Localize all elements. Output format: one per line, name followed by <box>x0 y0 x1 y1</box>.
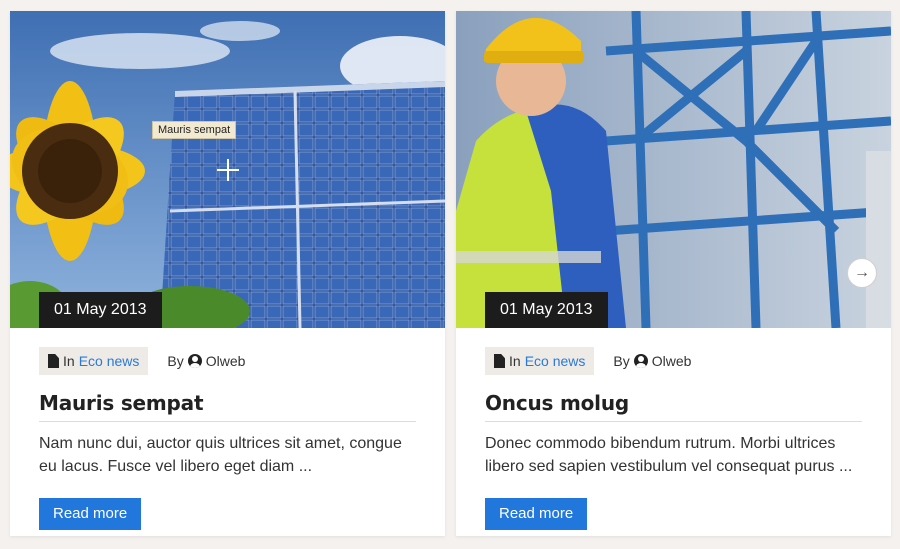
category-prefix: In <box>509 353 521 369</box>
author-name[interactable]: Olweb <box>652 353 692 369</box>
post-card: → 01 May 2013 In Eco news By Olweb Oncus… <box>456 11 891 536</box>
category-prefix: In <box>63 353 75 369</box>
post-excerpt: Donec commodo bibendum rutrum. Morbi ult… <box>485 435 853 475</box>
author-prefix: By <box>167 353 184 369</box>
author-info: By Olweb <box>167 353 245 369</box>
post-excerpt: Nam nunc dui, auctor quis ultrices sit a… <box>39 435 402 475</box>
zoom-plus-icon[interactable] <box>217 159 239 181</box>
post-image-solar-sunflower[interactable]: Mauris sempat 01 May 2013 <box>10 11 445 328</box>
date-badge: 01 May 2013 <box>485 292 608 328</box>
author-prefix: By <box>613 353 630 369</box>
author-info: By Olweb <box>613 353 691 369</box>
date-badge: 01 May 2013 <box>39 292 162 328</box>
post-title[interactable]: Oncus molug <box>485 388 862 418</box>
post-image-engineer[interactable]: → 01 May 2013 <box>456 11 891 328</box>
user-icon <box>633 354 648 368</box>
read-more-button[interactable]: Read more <box>485 498 588 530</box>
user-icon <box>187 354 202 368</box>
author-name[interactable]: Olweb <box>206 353 246 369</box>
document-icon <box>494 354 505 368</box>
read-more-button[interactable]: Read more <box>39 498 142 530</box>
engineer-industrial-image <box>456 11 891 328</box>
post-card: Mauris sempat 01 May 2013 In Eco news By… <box>10 11 445 536</box>
category-tag: In Eco news <box>39 347 149 375</box>
divider <box>485 421 862 422</box>
divider <box>39 421 416 422</box>
category-link[interactable]: Eco news <box>79 353 140 369</box>
carousel-next-button[interactable]: → <box>847 258 877 288</box>
document-icon <box>48 354 59 368</box>
category-link[interactable]: Eco news <box>525 353 586 369</box>
arrow-right-icon: → <box>854 264 870 281</box>
post-title[interactable]: Mauris sempat <box>39 388 416 418</box>
image-hover-caption: Mauris sempat <box>152 121 237 139</box>
post-meta: In Eco news By Olweb <box>485 347 862 375</box>
category-tag: In Eco news <box>485 347 595 375</box>
post-meta: In Eco news By Olweb <box>39 347 416 375</box>
